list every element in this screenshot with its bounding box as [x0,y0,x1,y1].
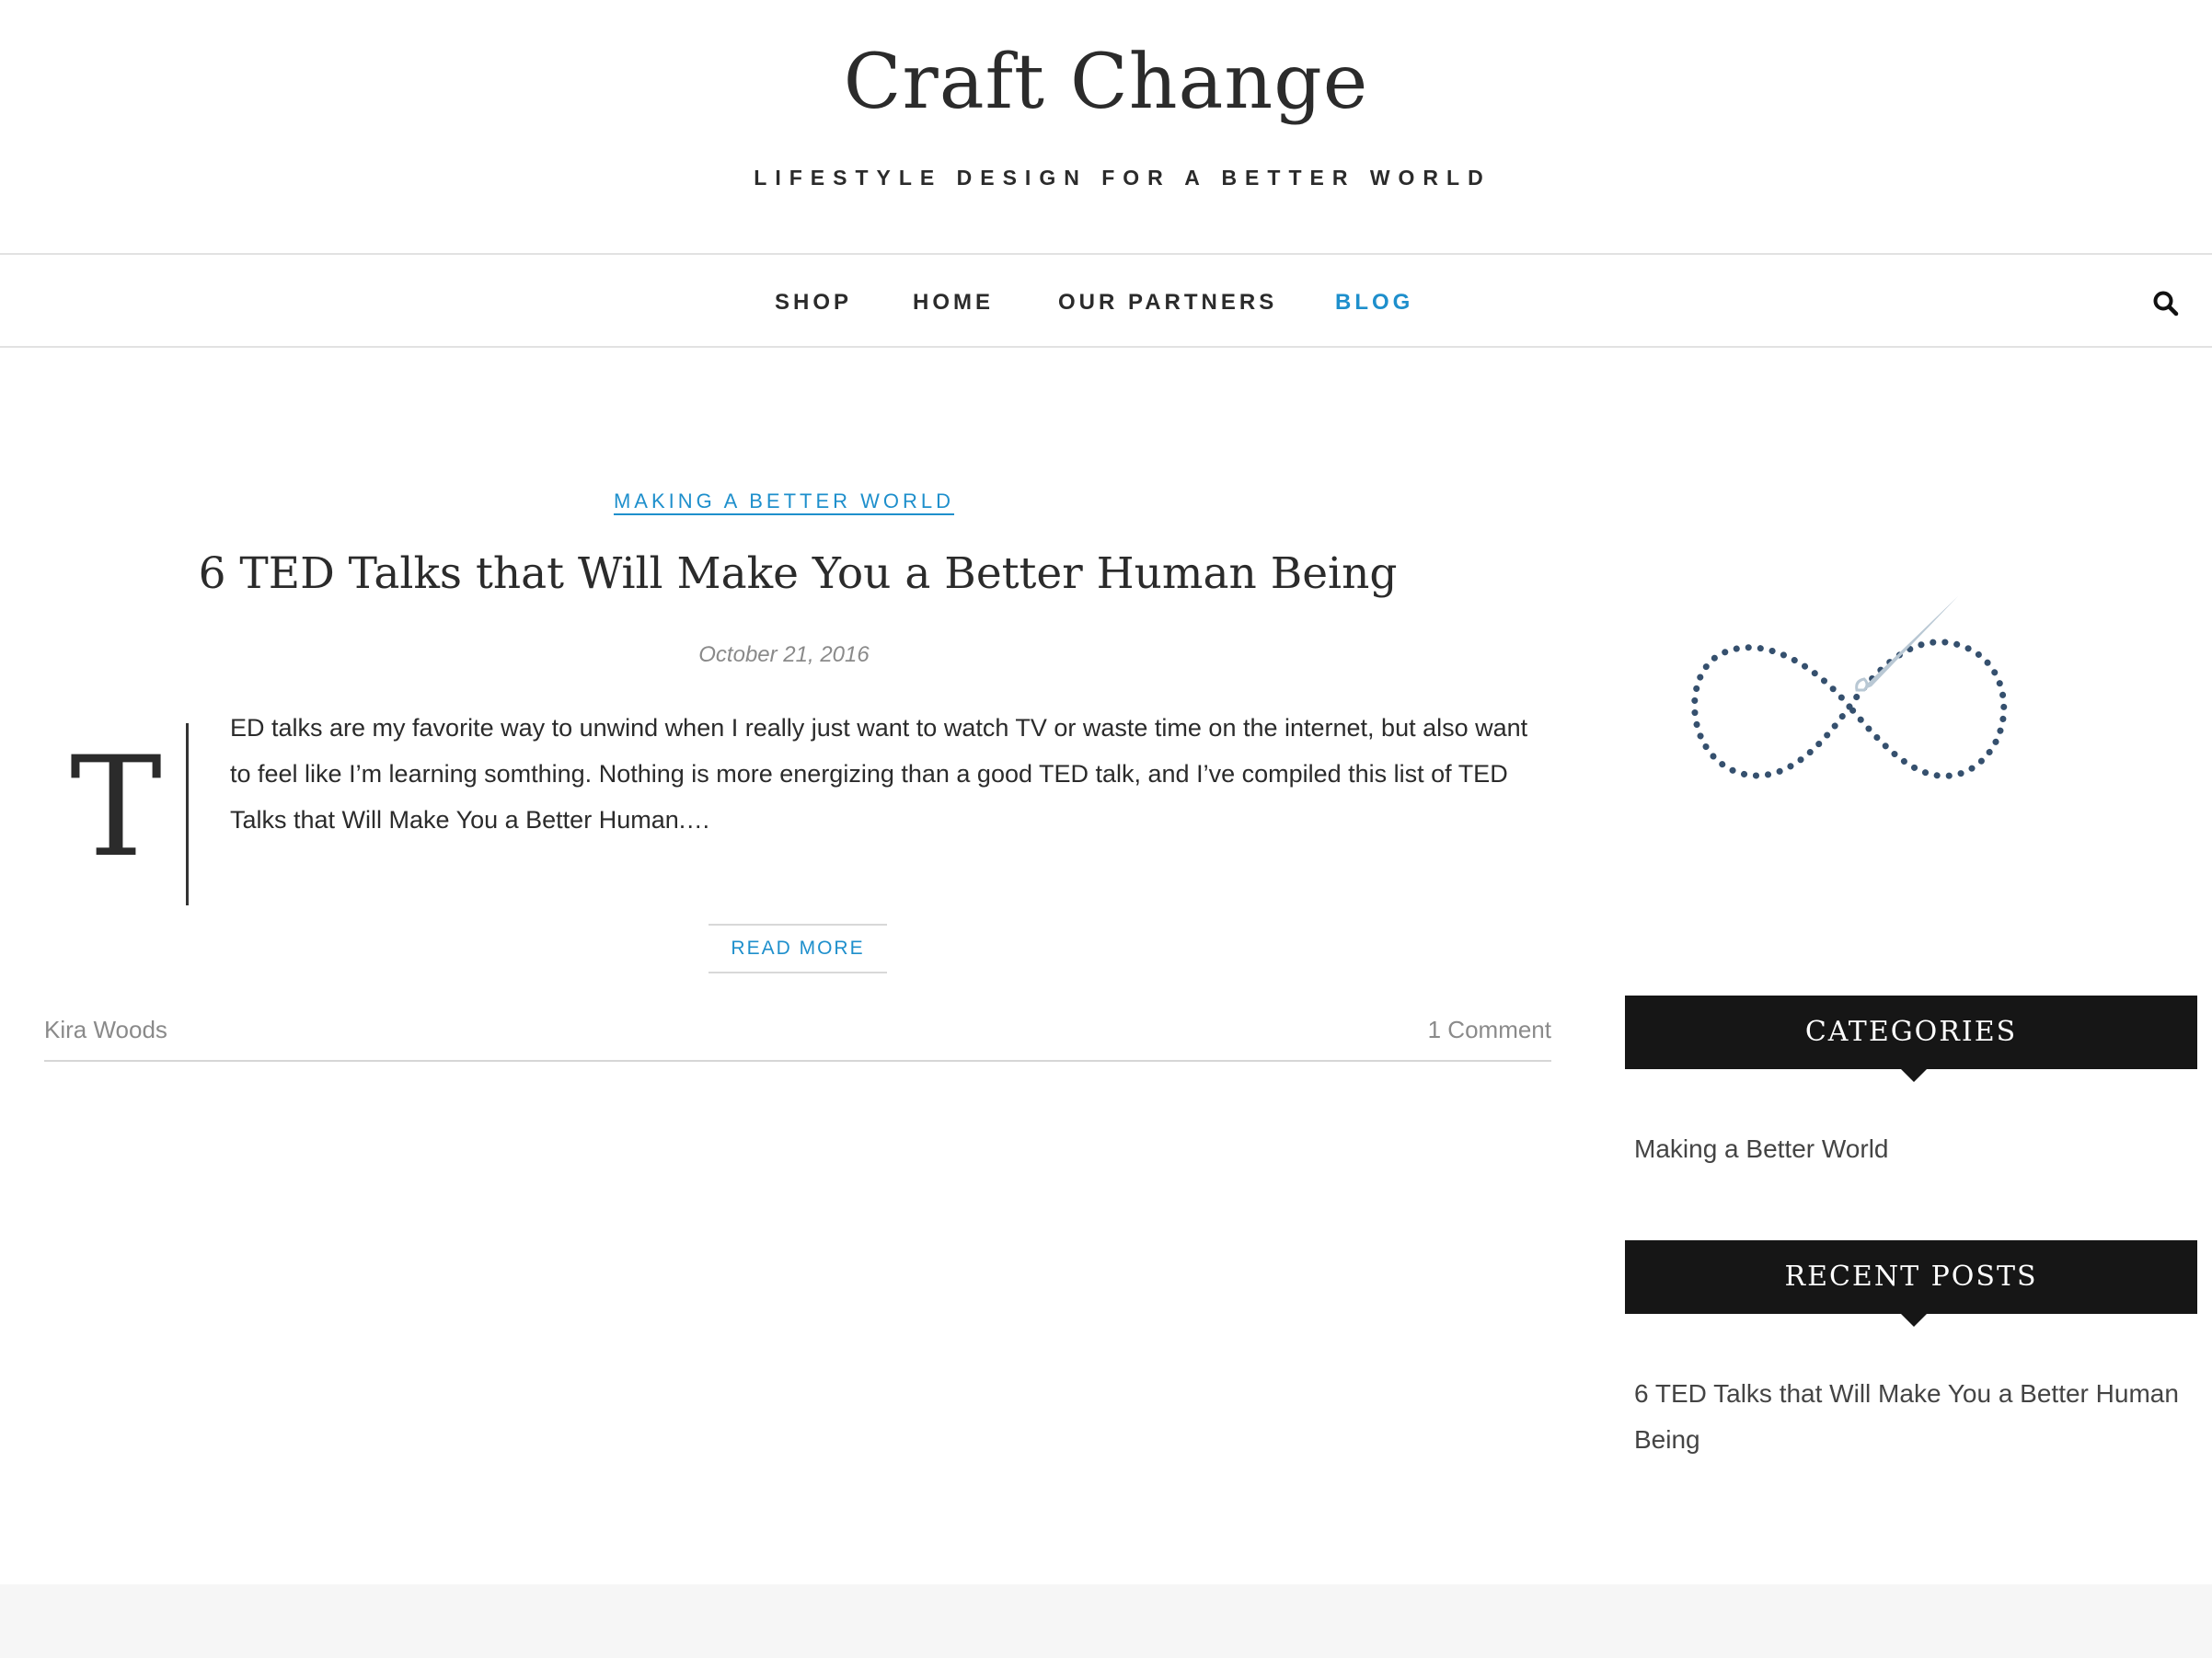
post-comments-link[interactable]: 1 Comment [1428,1016,1551,1044]
site-tagline: LIFESTYLE DESIGN FOR A BETTER WORLD [754,166,1492,190]
infinity-needle-icon [1675,589,2024,791]
nav-item-shop[interactable]: SHOP [775,290,852,316]
post-date: October 21, 2016 [698,642,870,667]
site-header: Craft Change LIFESTYLE DESIGN FOR A BETT… [0,0,2212,253]
category-link[interactable]: Making a Better World [1634,1126,2186,1172]
post-divider [44,1060,1551,1062]
search-icon[interactable] [2152,290,2180,317]
main-navigation: SHOP HOME OUR PARTNERS BLOG [0,253,2212,348]
read-more-button[interactable]: READ MORE [709,924,887,973]
post-author-link[interactable]: Kira Woods [44,1016,167,1044]
drop-cap: T [70,728,163,888]
nav-item-our-partners[interactable]: OUR PARTNERS [1058,290,1277,316]
nav-item-blog[interactable]: BLOG [1335,290,1413,316]
nav-item-home[interactable]: HOME [913,290,994,316]
recent-post-link[interactable]: 6 TED Talks that Will Make You a Better … [1634,1371,2186,1463]
drop-cap-divider [186,723,189,905]
post-category: MAKING A BETTER WORLD [0,489,1568,513]
post-title[interactable]: 6 TED Talks that Will Make You a Better … [0,545,1596,604]
site-title[interactable]: Craft Change [0,37,2212,129]
post-category-link[interactable]: MAKING A BETTER WORLD [614,489,954,512]
categories-heading: CATEGORIES [1625,996,2197,1082]
footer [0,1584,2212,1658]
post-excerpt: ED talks are my favorite way to unwind w… [230,714,1528,834]
recent-posts-heading: RECENT POSTS [1625,1240,2197,1327]
